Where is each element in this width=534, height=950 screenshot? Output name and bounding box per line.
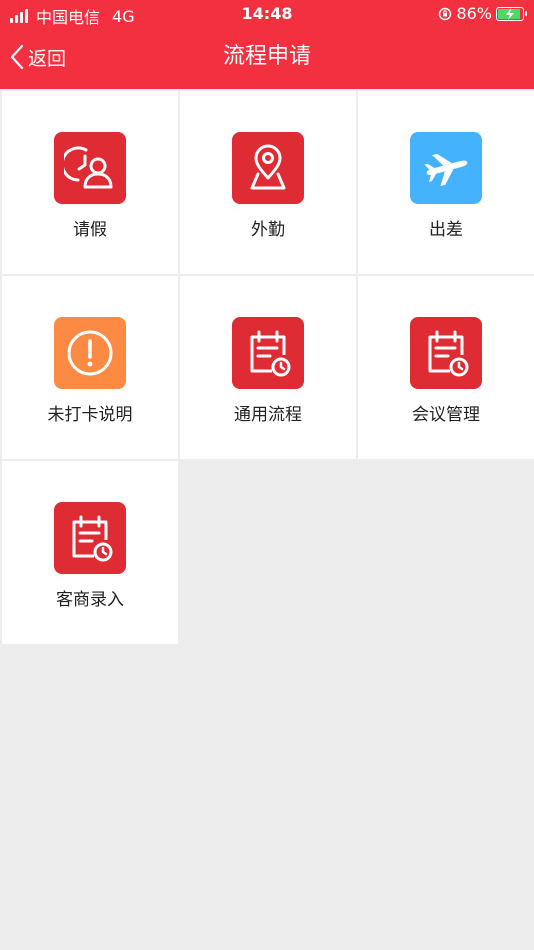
- tile-business-trip[interactable]: 出差: [358, 91, 534, 274]
- tile-label: 出差: [429, 220, 463, 240]
- calendar-clock-icon: [54, 502, 126, 574]
- airplane-icon: [410, 132, 482, 204]
- battery-percent: 86%: [456, 4, 492, 23]
- tile-label: 会议管理: [412, 405, 480, 425]
- tile-label: 请假: [73, 220, 107, 240]
- tile-label: 客商录入: [56, 590, 124, 610]
- page-title: 流程申请: [222, 44, 311, 69]
- status-bar: 中国电信 4G 14:48 86%: [0, 0, 534, 28]
- rotation-lock-icon: [439, 7, 452, 20]
- tile-label: 未打卡说明: [47, 405, 133, 425]
- tile-label: 外勤: [251, 220, 285, 240]
- tile-leave[interactable]: 请假: [2, 91, 178, 274]
- battery-icon: [496, 6, 527, 21]
- clock-person-icon: [54, 132, 126, 204]
- tile-merchant-entry[interactable]: 客商录入: [2, 461, 178, 644]
- tile-label: 通用流程: [234, 405, 302, 425]
- calendar-clock-icon: [232, 317, 304, 389]
- tile-meeting-management[interactable]: 会议管理: [358, 276, 534, 459]
- tile-field-work[interactable]: 外勤: [180, 91, 356, 274]
- tile-general-process[interactable]: 通用流程: [180, 276, 356, 459]
- header-bar: 中国电信 4G 14:48 86% 返回 流程申请: [0, 0, 534, 89]
- tile-missed-clock-in[interactable]: 未打卡说明: [2, 276, 178, 459]
- calendar-clock-icon: [410, 317, 482, 389]
- exclamation-icon: [54, 317, 126, 389]
- location-pin-icon: [232, 132, 304, 204]
